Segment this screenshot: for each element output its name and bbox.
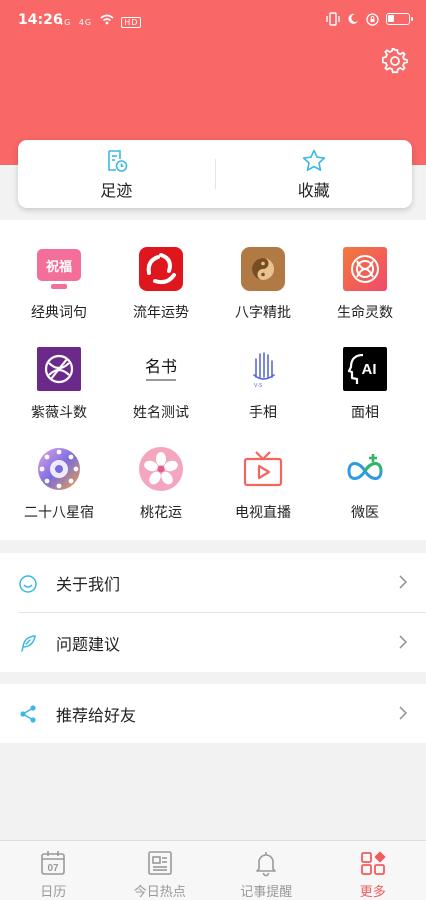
bazi-icon: [241, 247, 285, 291]
quick-actions-card: 足迹 收藏: [18, 140, 412, 208]
chevron-right-icon: [399, 575, 408, 589]
feature-label: 二十八星宿: [24, 505, 94, 521]
bell-icon: [256, 852, 277, 877]
constellation-icon: [37, 447, 81, 491]
tab-more[interactable]: 更多: [320, 841, 426, 900]
status-bar: 14:26 4G 4G HD: [0, 0, 426, 42]
feature-label: 面相: [351, 405, 379, 421]
tab-label: 记事提醒: [240, 885, 293, 900]
feature-label: 紫薇斗数: [31, 405, 87, 421]
life-number-icon: [343, 247, 387, 291]
feature-label: 手相: [249, 405, 277, 421]
tab-reminders[interactable]: 记事提醒: [213, 841, 320, 900]
feature-yearly-fortune[interactable]: 流年运势: [108, 247, 214, 322]
feature-label: 桃花运: [140, 505, 182, 521]
feature-ziwei[interactable]: 紫薇斗数: [6, 347, 112, 422]
chevron-right-icon: [399, 706, 408, 720]
feature-palm[interactable]: V·S 手相: [210, 347, 316, 422]
wifi-icon: [100, 14, 114, 27]
news-icon: [147, 851, 172, 875]
status-time: 14:26: [18, 12, 63, 28]
feature-label: 八字精批: [235, 305, 291, 321]
tv-icon: [241, 447, 285, 491]
blessing-icon-text: 祝福: [37, 249, 81, 281]
battery-icon: [386, 13, 413, 25]
footprint-icon: [108, 149, 128, 172]
signal-2-label: 4G: [78, 18, 93, 27]
menu-item-label: 问题建议: [56, 634, 121, 654]
footprint-button[interactable]: 足迹: [18, 140, 215, 208]
feature-grid: 祝福 经典词句 流年运势 八字精批 生命灵数 紫薇斗数 名书 姓名测试 V·S …: [0, 220, 426, 540]
menu-item-label: 关于我们: [56, 574, 121, 594]
favorites-label: 收藏: [297, 180, 330, 200]
calendar-icon-date: 07: [48, 863, 60, 874]
network-indicators: 4G 4G HD: [58, 14, 145, 28]
feature-classic-quotes[interactable]: 祝福 经典词句: [6, 247, 112, 322]
chevron-right-icon: [399, 635, 408, 649]
tab-calendar[interactable]: 07 日历: [0, 841, 107, 900]
share-icon: [20, 705, 36, 723]
signal-1-label: 4G: [58, 18, 72, 27]
lock-rotation-icon: [366, 12, 379, 26]
smile-icon: [19, 575, 37, 593]
menu-item-feedback[interactable]: 问题建议: [0, 613, 426, 672]
blessing-icon: 祝福: [37, 247, 81, 291]
tab-label: 今日热点: [133, 885, 186, 900]
more-icon: [360, 851, 386, 875]
feature-label: 电视直播: [235, 505, 291, 521]
menu-group-info: 关于我们 问题建议: [0, 553, 426, 672]
menu-item-about-us[interactable]: 关于我们: [0, 553, 426, 612]
menu-item-label: 推荐给好友: [56, 705, 137, 725]
feature-label: 流年运势: [133, 305, 189, 321]
feature-label: 生命灵数: [337, 305, 393, 321]
feature-label: 微医: [351, 505, 379, 521]
face-ai-icon: AI: [343, 347, 387, 391]
status-right: [326, 12, 413, 26]
feature-peach-blossom[interactable]: 桃花运: [108, 447, 214, 522]
feature-weiyi[interactable]: 微医: [312, 447, 418, 522]
feature-28-constellations[interactable]: 二十八星宿: [6, 447, 112, 522]
face-ai-icon-text: AI: [361, 360, 377, 378]
name-test-icon: 名书: [139, 347, 183, 391]
feature-label: 姓名测试: [133, 405, 189, 421]
peach-blossom-icon: [139, 447, 183, 491]
menu-item-recommend[interactable]: 推荐给好友: [0, 684, 426, 743]
feature-bazi[interactable]: 八字精批: [210, 247, 316, 322]
menu-group-share: 推荐给好友: [0, 684, 426, 743]
bottom-tab-bar: 07 日历 今日热点 记事提醒 更多: [0, 840, 426, 900]
footprint-label: 足迹: [100, 180, 133, 200]
svg-text:V·S: V·S: [254, 383, 262, 389]
feature-life-number[interactable]: 生命灵数: [312, 247, 418, 322]
feature-face[interactable]: AI 面相: [312, 347, 418, 422]
feature-label: 经典词句: [31, 305, 87, 321]
moon-icon: [348, 13, 358, 24]
weiyi-icon: [343, 447, 387, 491]
palm-icon: V·S: [241, 347, 285, 391]
feature-name-test[interactable]: 名书 姓名测试: [108, 347, 214, 422]
star-icon: [302, 149, 325, 171]
favorites-button[interactable]: 收藏: [216, 140, 413, 208]
ziwei-icon: [37, 347, 81, 391]
gear-icon[interactable]: [382, 48, 408, 74]
fortune-icon: [139, 247, 183, 291]
feature-tv-live[interactable]: 电视直播: [210, 447, 316, 522]
name-test-icon-text: 名书: [144, 356, 177, 376]
vibrate-icon: [326, 12, 340, 26]
tab-today-hot[interactable]: 今日热点: [107, 841, 214, 900]
tab-label: 更多: [359, 885, 386, 900]
calendar-icon: 07: [41, 851, 66, 875]
hd-label: HD: [121, 17, 142, 28]
tab-label: 日历: [40, 885, 67, 900]
feather-icon: [21, 635, 36, 652]
